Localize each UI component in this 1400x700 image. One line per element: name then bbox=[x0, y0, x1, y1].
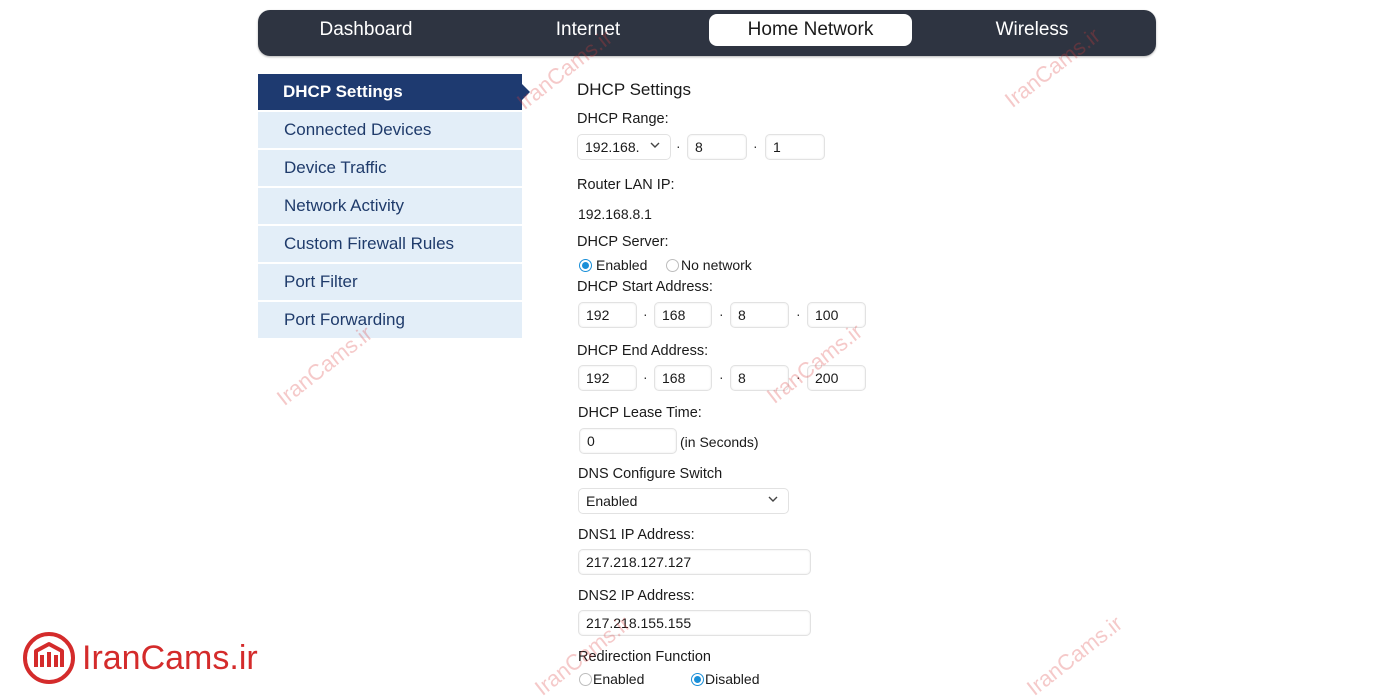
dhcp-range-octet3-input[interactable]: 8 bbox=[687, 134, 747, 160]
sidebar-item-connected-devices[interactable]: Connected Devices bbox=[258, 112, 522, 148]
watermark-text: IranCams.ir bbox=[1021, 610, 1127, 700]
dhcp-range-prefix-value: 192.168. bbox=[585, 139, 640, 155]
redirection-disabled-radio[interactable] bbox=[691, 673, 704, 686]
chevron-down-icon bbox=[768, 496, 778, 502]
tab-dashboard[interactable]: Dashboard bbox=[258, 14, 474, 46]
tab-home-network[interactable]: Home Network bbox=[709, 14, 912, 46]
dhcp-server-enabled-radio[interactable] bbox=[579, 259, 592, 272]
router-lan-ip-value: 192.168.8.1 bbox=[578, 206, 652, 222]
dhcp-server-no-network-label: No network bbox=[681, 257, 752, 273]
dns1-ip-label: DNS1 IP Address: bbox=[578, 527, 695, 543]
dhcp-lease-time-label: DHCP Lease Time: bbox=[578, 405, 702, 421]
chevron-down-icon bbox=[650, 142, 660, 148]
lease-time-input[interactable]: 0 bbox=[579, 428, 677, 454]
sidebar-item-port-filter[interactable]: Port Filter bbox=[258, 264, 522, 300]
dns1-ip-input[interactable]: 217.218.127.127 bbox=[578, 549, 811, 575]
dhcp-range-prefix-select[interactable]: 192.168. bbox=[577, 134, 671, 160]
tab-wireless[interactable]: Wireless bbox=[924, 14, 1140, 46]
dns-configure-switch-value: Enabled bbox=[586, 493, 638, 509]
dns-configure-switch-label: DNS Configure Switch bbox=[578, 466, 723, 482]
dhcp-end-address-label: DHCP End Address: bbox=[577, 343, 709, 359]
octet-separator: · bbox=[796, 306, 801, 322]
dhcp-range-label: DHCP Range: bbox=[577, 111, 669, 127]
end-octet1-input[interactable]: 192 bbox=[578, 365, 637, 391]
dhcp-start-address-label: DHCP Start Address: bbox=[577, 279, 713, 295]
octet-separator: · bbox=[676, 138, 681, 154]
dhcp-server-no-network-radio[interactable] bbox=[666, 259, 679, 272]
octet-separator: · bbox=[643, 369, 648, 385]
page-title: DHCP Settings bbox=[577, 80, 692, 99]
sidebar: DHCP Settings Connected Devices Device T… bbox=[258, 74, 530, 340]
dhcp-server-enabled-label: Enabled bbox=[596, 257, 648, 273]
octet-separator: · bbox=[719, 369, 724, 385]
dns2-ip-label: DNS2 IP Address: bbox=[578, 588, 695, 604]
sidebar-item-dhcp-settings[interactable]: DHCP Settings bbox=[258, 74, 530, 110]
start-octet1-input[interactable]: 192 bbox=[578, 302, 637, 328]
sidebar-item-port-forwarding[interactable]: Port Forwarding bbox=[258, 302, 522, 338]
watermark-text: IranCams.ir bbox=[761, 318, 867, 409]
lease-time-unit: (in Seconds) bbox=[680, 434, 759, 450]
start-octet4-input[interactable]: 100 bbox=[807, 302, 866, 328]
start-octet3-input[interactable]: 8 bbox=[730, 302, 789, 328]
redirection-disabled-label: Disabled bbox=[705, 671, 760, 687]
brand-text: IranCams.ir bbox=[82, 638, 258, 677]
sidebar-item-custom-firewall-rules[interactable]: Custom Firewall Rules bbox=[258, 226, 522, 262]
top-navigation-bar: Dashboard Internet Home Network Wireless bbox=[258, 10, 1156, 56]
router-lan-ip-label: Router LAN IP: bbox=[577, 177, 675, 193]
redirection-enabled-label: Enabled bbox=[593, 671, 645, 687]
sidebar-item-network-activity[interactable]: Network Activity bbox=[258, 188, 522, 224]
octet-separator: · bbox=[753, 138, 758, 154]
brand-logo: IranCams.ir bbox=[22, 628, 258, 688]
octet-separator: · bbox=[719, 306, 724, 322]
end-octet2-input[interactable]: 168 bbox=[654, 365, 712, 391]
redirection-enabled-radio[interactable] bbox=[579, 673, 592, 686]
irancams-logo-icon bbox=[23, 632, 75, 684]
dhcp-range-octet4-input[interactable]: 1 bbox=[765, 134, 825, 160]
sidebar-item-device-traffic[interactable]: Device Traffic bbox=[258, 150, 522, 186]
dhcp-server-label: DHCP Server: bbox=[577, 234, 669, 250]
start-octet2-input[interactable]: 168 bbox=[654, 302, 712, 328]
octet-separator: · bbox=[643, 306, 648, 322]
dns-configure-switch-select[interactable]: Enabled bbox=[578, 488, 789, 514]
